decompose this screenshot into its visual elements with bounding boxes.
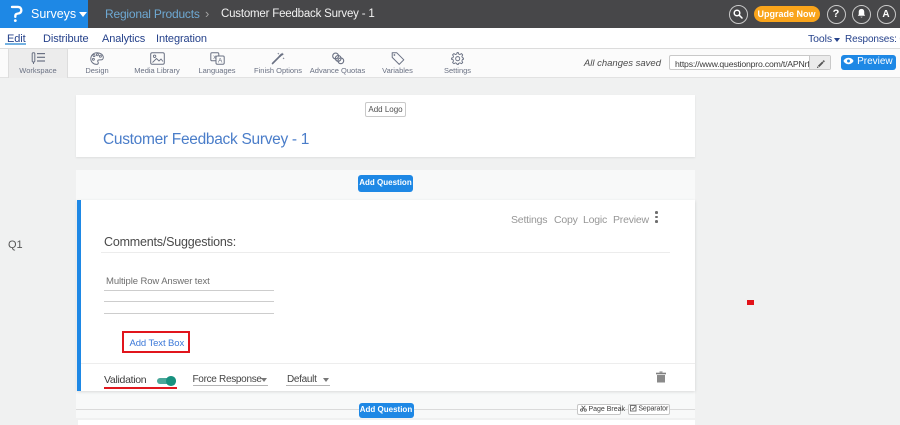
svg-text:A: A xyxy=(218,58,223,65)
svg-text:x: x xyxy=(213,55,216,61)
